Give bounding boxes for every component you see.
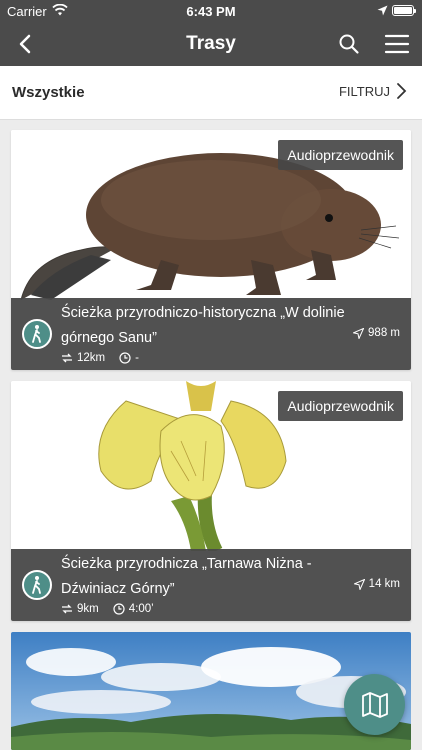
routes-screen: Carrier 6:43 PM Trasy Wszystkie FILTRUJ (0, 0, 422, 750)
route-icon (62, 353, 72, 363)
map-icon (361, 691, 388, 718)
chevron-right-icon (397, 83, 407, 99)
route-info: Ścieżka przyrodniczo-historyczna „W doli… (11, 298, 411, 370)
route-meta: 12km - (61, 352, 139, 364)
route-info: Ścieżka przyrodnicza „Tarnawa Niżna - Dź… (11, 549, 411, 621)
route-title: Ścieżka przyrodniczo-historyczna „W doli… (61, 305, 345, 346)
status-bar: Carrier 6:43 PM (0, 0, 422, 22)
route-length: 12km (77, 352, 106, 364)
all-routes-label: Wszystkie (12, 84, 85, 101)
navigation-arrow-icon (353, 327, 365, 339)
hiker-icon (22, 570, 52, 600)
filter-button[interactable]: FILTRUJ (339, 82, 408, 100)
map-button[interactable] (344, 674, 405, 735)
distance-to-route: 14 km (353, 578, 400, 590)
route-duration: 4:00’ (128, 603, 154, 615)
route-card[interactable]: Audioprzewodnik Ścieżka przyrodnicza „Ta… (11, 381, 411, 621)
search-icon[interactable] (336, 31, 362, 57)
route-length: 9km (77, 603, 99, 615)
location-arrow-icon (377, 5, 388, 16)
audio-guide-badge: Audioprzewodnik (278, 391, 403, 421)
navigation-arrow-icon (353, 578, 365, 590)
clock-icon (113, 603, 125, 615)
route-title: Ścieżka przyrodnicza „Tarnawa Niżna - Dź… (61, 556, 312, 597)
navigation-bar: Trasy (0, 22, 422, 66)
battery-icon (392, 5, 416, 16)
distance-to-route: 988 m (353, 327, 400, 339)
route-card[interactable]: Audioprzewodnik Ścieżka przyrodniczo-his… (11, 130, 411, 370)
distance-value: 14 km (368, 578, 400, 590)
clock-icon (119, 352, 131, 364)
distance-value: 988 m (368, 327, 400, 339)
menu-icon[interactable] (384, 31, 410, 57)
route-icon (62, 604, 72, 614)
route-duration: - (135, 352, 139, 364)
filter-bar: Wszystkie FILTRUJ (0, 66, 422, 120)
clock-time: 6:43 PM (186, 4, 236, 19)
hiker-icon (22, 319, 52, 349)
route-meta: 9km 4:00’ (61, 603, 154, 615)
filter-label: FILTRUJ (338, 83, 390, 99)
audio-guide-badge: Audioprzewodnik (278, 140, 403, 170)
